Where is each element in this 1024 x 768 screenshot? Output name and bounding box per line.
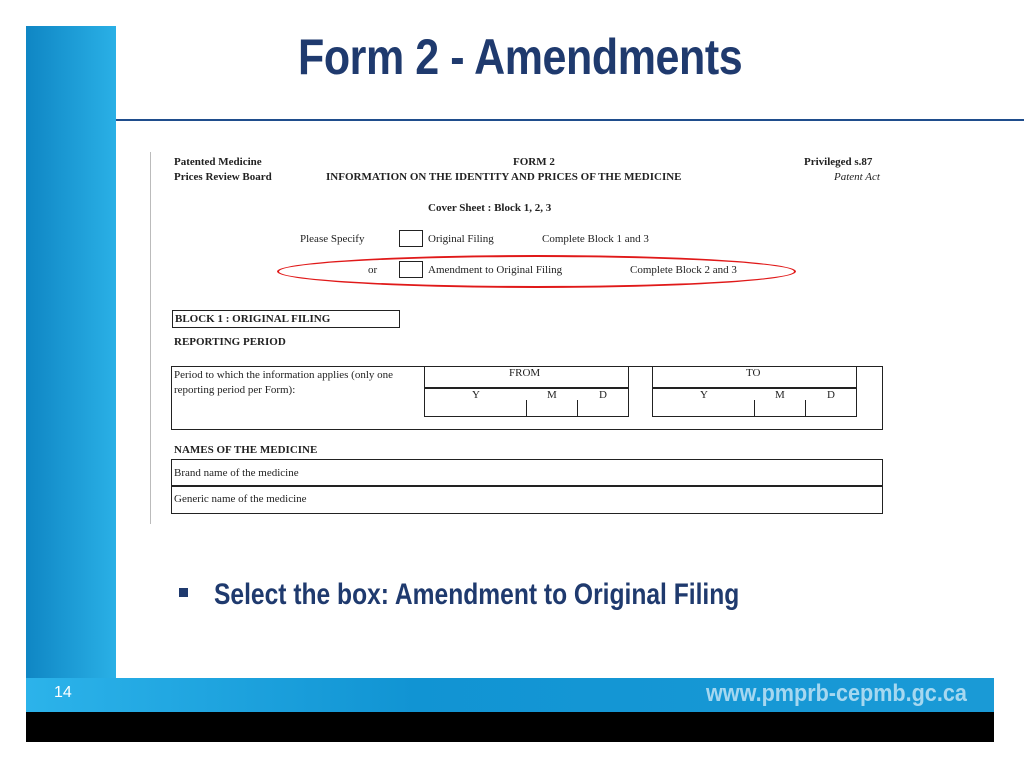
title-divider xyxy=(116,119,1024,121)
patent-act-label: Patent Act xyxy=(834,171,880,183)
to-sep-2 xyxy=(805,400,807,417)
please-specify-label: Please Specify xyxy=(300,233,365,245)
form-2-image: Patented Medicine Prices Review Board FO… xyxy=(150,152,890,524)
page-number: 14 xyxy=(54,684,72,701)
brand-name-label: Brand name of the medicine xyxy=(174,467,299,479)
to-sep-1 xyxy=(754,400,756,417)
original-filing-checkbox[interactable] xyxy=(399,230,423,247)
from-d: D xyxy=(599,389,607,401)
bullet-text: Select the box: Amendment to Original Fi… xyxy=(214,578,740,611)
side-accent-bar xyxy=(26,26,116,716)
complete-block-1-3-label: Complete Block 1 and 3 xyxy=(542,233,649,245)
from-sep-2 xyxy=(577,400,579,417)
from-y: Y xyxy=(472,389,480,401)
form-left-edge xyxy=(150,152,151,524)
period-description: Period to which the information applies … xyxy=(174,369,394,396)
generic-name-label: Generic name of the medicine xyxy=(174,493,307,505)
from-m: M xyxy=(547,389,557,401)
bottom-black-band xyxy=(26,712,994,742)
reporting-period-label: REPORTING PERIOD xyxy=(174,336,286,348)
footer-url: www.pmprb-cepmb.gc.ca xyxy=(706,680,967,707)
privileged-label: Privileged s.87 xyxy=(804,156,873,168)
names-divider xyxy=(171,485,883,487)
slide-title: Form 2 - Amendments xyxy=(298,29,743,85)
from-sep-1 xyxy=(526,400,528,417)
org-line-2: Prices Review Board xyxy=(174,171,272,183)
form-subtitle: INFORMATION ON THE IDENTITY AND PRICES O… xyxy=(326,171,682,183)
bullet-marker xyxy=(179,588,188,597)
names-title: NAMES OF THE MEDICINE xyxy=(174,444,318,456)
to-y: Y xyxy=(700,389,708,401)
block1-title-box: BLOCK 1 : ORIGINAL FILING xyxy=(172,310,400,328)
block1-title: BLOCK 1 : ORIGINAL FILING xyxy=(175,313,331,325)
highlight-oval xyxy=(277,255,796,288)
original-filing-label: Original Filing xyxy=(428,233,494,245)
to-d: D xyxy=(827,389,835,401)
form-title: FORM 2 xyxy=(513,156,555,168)
to-label: TO xyxy=(746,367,761,379)
org-line-1: Patented Medicine xyxy=(174,156,262,168)
cover-sheet-label: Cover Sheet : Block 1, 2, 3 xyxy=(428,202,552,214)
from-label: FROM xyxy=(509,367,541,379)
to-m: M xyxy=(775,389,785,401)
